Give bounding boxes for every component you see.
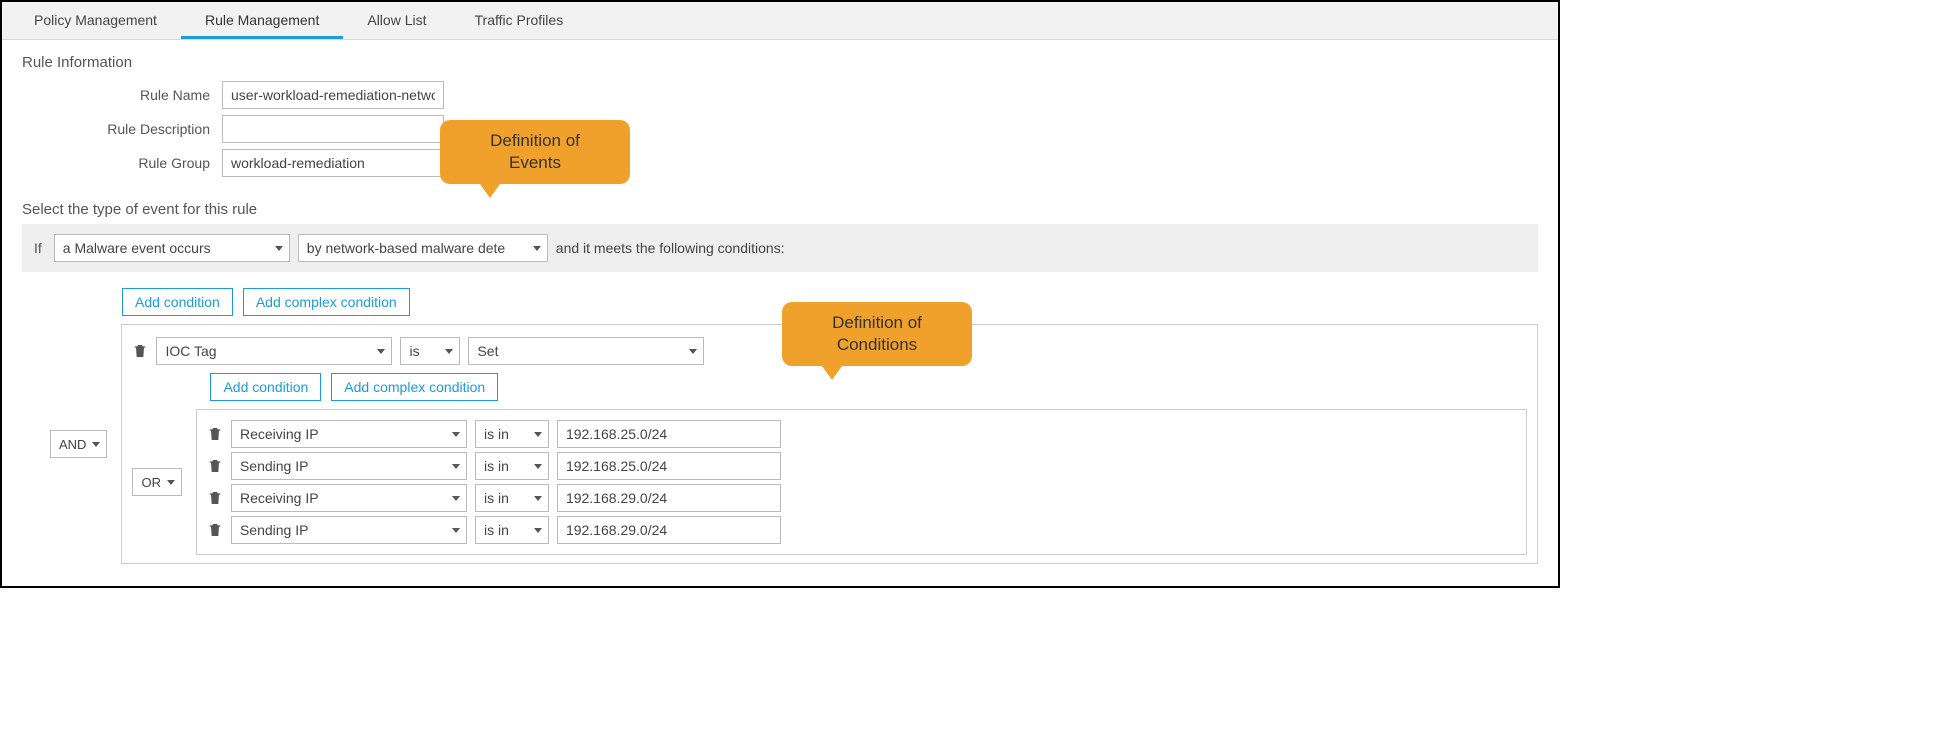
select-op[interactable]: is in	[475, 452, 549, 480]
subtitle: Select the type of event for this rule	[22, 201, 1538, 218]
operator-and[interactable]: AND	[50, 430, 107, 458]
select-event-type[interactable]: a Malware event occurs	[54, 234, 290, 262]
section-title: Rule Information	[22, 54, 1538, 71]
select-op[interactable]: is in	[475, 516, 549, 544]
select-field-ioc[interactable]: IOC Tag	[156, 337, 392, 365]
input-value[interactable]	[557, 484, 781, 512]
select-field[interactable]: Sending IP	[231, 452, 467, 480]
select-field[interactable]: Sending IP	[231, 516, 467, 544]
input-rule-group[interactable]	[222, 149, 444, 177]
label-rule-desc: Rule Description	[22, 121, 222, 137]
tab-bar: Policy Management Rule Management Allow …	[2, 2, 1558, 40]
tab-allow-list[interactable]: Allow List	[343, 2, 450, 39]
input-rule-name[interactable]	[222, 81, 444, 109]
select-op[interactable]: is in	[475, 420, 549, 448]
input-value[interactable]	[557, 420, 781, 448]
btn-add-condition-inner[interactable]: Add condition	[210, 373, 321, 401]
select-event-subtype[interactable]: by network-based malware dete	[298, 234, 548, 262]
trash-icon[interactable]	[207, 458, 223, 474]
select-op-is[interactable]: is	[400, 337, 460, 365]
trash-icon[interactable]	[207, 426, 223, 442]
tab-rule-management[interactable]: Rule Management	[181, 2, 343, 39]
inner-condition-frame: Receiving IP is in Sending IP is in	[196, 409, 1527, 555]
tab-traffic-profiles[interactable]: Traffic Profiles	[451, 2, 588, 39]
btn-add-complex-condition-inner[interactable]: Add complex condition	[331, 373, 498, 401]
select-field[interactable]: Receiving IP	[231, 484, 467, 512]
label-rule-group: Rule Group	[22, 155, 222, 171]
if-label: If	[34, 240, 42, 256]
btn-add-condition-outer[interactable]: Add condition	[122, 288, 233, 316]
select-op[interactable]: is in	[475, 484, 549, 512]
label-rule-name: Rule Name	[22, 87, 222, 103]
tab-policy-management[interactable]: Policy Management	[10, 2, 181, 39]
btn-add-complex-condition-outer[interactable]: Add complex condition	[243, 288, 410, 316]
input-rule-desc[interactable]	[222, 115, 444, 143]
trash-icon[interactable]	[207, 490, 223, 506]
input-value[interactable]	[557, 452, 781, 480]
callout-conditions: Definition of Conditions	[782, 302, 972, 366]
select-field[interactable]: Receiving IP	[231, 420, 467, 448]
input-value[interactable]	[557, 516, 781, 544]
post-text: and it meets the following conditions:	[556, 240, 785, 256]
trash-icon[interactable]	[207, 522, 223, 538]
trash-icon[interactable]	[132, 343, 148, 359]
callout-events: Definition of Events	[440, 120, 630, 184]
select-value-set[interactable]: Set	[468, 337, 704, 365]
operator-or[interactable]: OR	[132, 468, 182, 496]
